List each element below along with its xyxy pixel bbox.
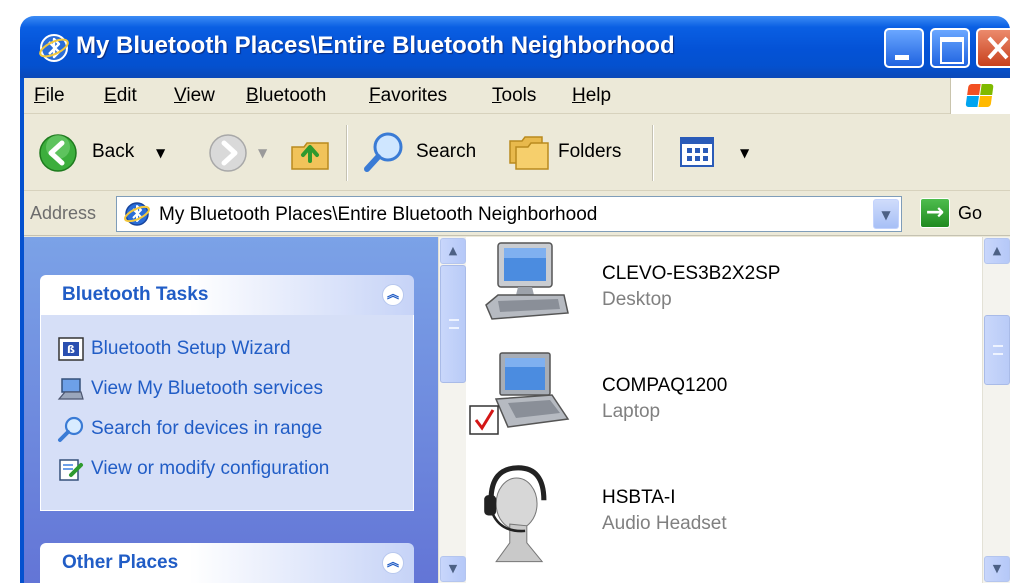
other-places-title: Other Places [62,552,179,573]
bluetooth-places-icon [124,202,150,226]
window-title: My Bluetooth Places\Entire Bluetooth Nei… [76,32,675,59]
explorer-window: File Edit View Bluetooth Favorites Tools… [20,78,1010,583]
address-value: My Bluetooth Places\Entire Bluetooth Nei… [159,204,598,225]
configuration-icon [59,459,83,481]
address-input[interactable]: My Bluetooth Places\Entire Bluetooth Nei… [116,196,902,232]
go-button-label[interactable]: Go [958,203,982,224]
device-type: Desktop [602,289,672,310]
task-pane: Bluetooth Tasks ︽ ß Bluetooth Setup Wiza… [24,237,438,583]
device-list-scrollbar[interactable]: ▲ ▼ [982,237,1010,583]
device-list-view: ▲ ▼ CLEVO-ES3B2X2SP Desktop COMPAQ1200 L… [438,237,1010,583]
device-item[interactable]: HSBTA-I Audio Headset [468,461,968,565]
maximize-button[interactable] [930,28,970,68]
menu-edit[interactable]: Edit [104,78,137,114]
menu-file[interactable]: File [34,78,65,114]
minimize-button[interactable] [884,28,924,68]
device-type: Audio Headset [602,513,727,534]
scroll-up-button[interactable]: ▲ [984,238,1010,264]
setup-wizard-icon: ß [58,337,84,361]
windows-logo [950,78,1010,114]
task-label[interactable]: View or modify configuration [91,458,329,480]
views-dropdown-arrow[interactable]: ▼ [740,146,749,160]
back-arrow-icon[interactable] [38,133,78,173]
task-label[interactable]: Bluetooth Setup Wizard [91,338,291,360]
forward-dropdown-arrow: ▼ [258,146,268,160]
device-name: CLEVO-ES3B2X2SP [602,263,781,284]
views-icon[interactable] [680,137,714,167]
search-icon[interactable] [362,129,408,175]
device-item[interactable]: CLEVO-ES3B2X2SP Desktop [468,237,968,341]
bluetooth-tasks-header[interactable]: Bluetooth Tasks ︽ [40,275,414,315]
search-icon [58,416,84,442]
address-bar: Address My Bluetooth Places\Entire Bluet… [24,192,1010,236]
bluetooth-tasks-title: Bluetooth Tasks [62,284,209,305]
menu-bluetooth[interactable]: Bluetooth [246,78,326,114]
toolbar-separator [652,125,654,181]
headset-icon [484,465,547,563]
scroll-down-button[interactable]: ▼ [984,556,1010,582]
menu-tools[interactable]: Tools [492,78,536,114]
desktop-computer-icon [485,242,569,320]
scroll-thumb[interactable] [984,315,1010,385]
device-name: HSBTA-I [602,487,676,508]
back-dropdown-arrow[interactable]: ▼ [156,146,165,160]
forward-arrow-icon[interactable] [208,133,248,173]
toolbar: Back ▼ ▼ Search Folders ▼ [24,115,1010,191]
bluetooth-tasks-panel: ß Bluetooth Setup Wizard View My Bluetoo… [40,315,414,511]
svg-text:ß: ß [67,343,75,356]
address-dropdown-button[interactable]: ▼ [873,199,899,229]
scroll-down-button[interactable]: ▼ [440,556,466,582]
address-label: Address [30,203,97,223]
toolbar-separator [346,125,348,181]
menu-view[interactable]: View [174,78,215,114]
close-icon [987,36,1009,60]
laptop-icon [494,352,570,428]
device-name: COMPAQ1200 [602,375,728,396]
other-places-header[interactable]: Other Places ︽ [40,543,414,583]
up-folder-icon[interactable] [288,131,332,175]
device-item[interactable]: COMPAQ1200 Laptop [468,349,968,453]
bluetooth-services-icon [57,378,84,400]
collapse-chevron-icon[interactable]: ︽ [382,552,404,574]
folders-icon[interactable] [506,131,552,173]
title-bar[interactable]: My Bluetooth Places\Entire Bluetooth Nei… [20,16,1010,78]
menu-help[interactable]: Help [572,78,611,114]
folders-button-label[interactable]: Folders [558,141,621,163]
close-button[interactable] [976,28,1010,68]
task-label[interactable]: View My Bluetooth services [91,378,323,400]
collapse-chevron-icon[interactable]: ︽ [382,284,404,306]
task-pane-scrollbar[interactable]: ▲ ▼ [438,237,466,583]
scroll-up-button[interactable]: ▲ [440,238,466,264]
scroll-grip [993,345,1003,355]
checked-box-icon [469,405,499,435]
menu-bar: File Edit View Bluetooth Favorites Tools… [24,78,1010,114]
task-label[interactable]: Search for devices in range [91,418,322,440]
search-button-label[interactable]: Search [416,141,476,163]
menu-favorites[interactable]: Favorites [369,78,447,114]
scroll-thumb[interactable] [440,265,466,383]
windows-flag-icon [965,84,994,108]
device-type: Laptop [602,401,661,422]
bluetooth-places-icon [39,34,69,62]
scroll-grip [449,319,459,329]
back-button-label[interactable]: Back [92,141,134,163]
go-arrow-icon[interactable]: → [920,198,950,228]
